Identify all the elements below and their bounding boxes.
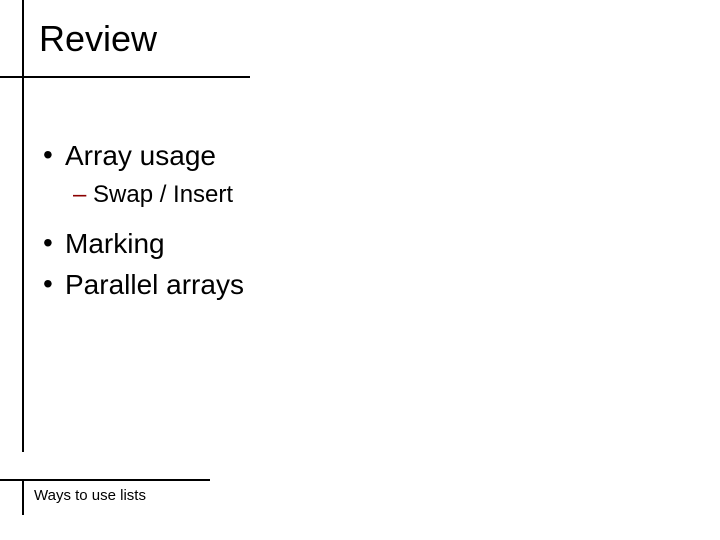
footer-rule	[0, 479, 210, 481]
bullet-dot-icon: •	[43, 138, 65, 172]
title-underline	[0, 76, 250, 78]
title-block: Review	[39, 18, 157, 78]
bullet-dot-icon: •	[43, 267, 65, 301]
slide: Review • Array usage – Swap / Insert • M…	[0, 0, 720, 540]
footer-text: Ways to use lists	[0, 487, 210, 504]
bullet-dot-icon: •	[43, 226, 65, 260]
footer-vertical-rule	[22, 479, 24, 515]
bullet-level1: • Marking	[43, 226, 663, 261]
bullet-level2: – Swap / Insert	[73, 179, 663, 210]
slide-title: Review	[39, 18, 157, 78]
footer-block: Ways to use lists	[0, 479, 210, 504]
bullet-text: Parallel arrays	[65, 267, 244, 302]
bullet-text: Marking	[65, 226, 165, 261]
bullet-level1: • Parallel arrays	[43, 267, 663, 302]
bullet-level1: • Array usage	[43, 138, 663, 173]
bullet-text: Swap / Insert	[93, 179, 233, 210]
vertical-rule	[22, 0, 24, 452]
content-area: • Array usage – Swap / Insert • Marking …	[43, 138, 663, 308]
bullet-text: Array usage	[65, 138, 216, 173]
bullet-dash-icon: –	[73, 179, 93, 210]
